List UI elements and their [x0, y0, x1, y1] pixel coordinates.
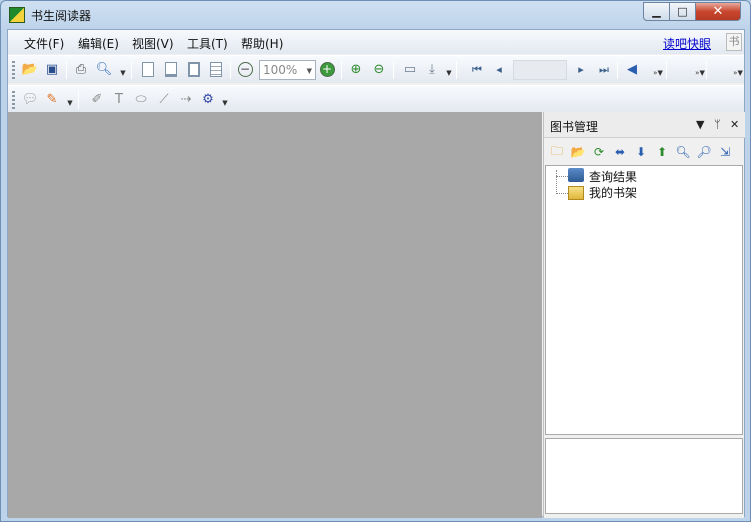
first-page-icon[interactable]: ⏮ [468, 60, 486, 78]
comment-icon[interactable]: 💬︎ [21, 90, 39, 108]
search-results-icon [568, 168, 584, 182]
panel-dropdown-icon[interactable]: ▼ [696, 118, 704, 131]
ellipse-icon[interactable]: ⬭ [132, 90, 150, 108]
refresh-icon[interactable]: ⟳ [590, 143, 608, 161]
library-tree: 查询结果 我的书架 [545, 165, 743, 435]
menu-help[interactable]: 帮助(H) [241, 35, 283, 52]
close-icon: ✕ [712, 4, 724, 19]
minimize-button[interactable]: ▁ [643, 2, 670, 21]
panel-toolbar: 🗀 📂 ⟳ ⬌ ⬇ ⬆ 🔍︎ 🔎︎ ⇲ [544, 139, 745, 165]
back-icon[interactable]: ◀ [623, 60, 641, 78]
pin-icon[interactable]: ᛘ [714, 118, 721, 131]
zoom-value: 100% [263, 63, 298, 77]
minimize-icon: ▁ [652, 5, 661, 18]
window-title: 书生阅读器 [31, 9, 92, 23]
continuous-page-icon[interactable] [207, 60, 225, 78]
chevron-down-icon: ▼ [306, 67, 312, 75]
toolbar-separator [617, 61, 618, 79]
app-icon [9, 7, 25, 23]
toolbar-separator [456, 61, 457, 79]
last-page-icon[interactable]: ⏭ [595, 60, 613, 78]
toolbar-overflow-icon[interactable]: »▼ [653, 60, 663, 80]
toolbar-separator [393, 61, 394, 79]
menu-bar: 文件(F) 编辑(E) 视图(V) 工具(T) 帮助(H) 读吧快眼 书 [8, 30, 744, 54]
document-view[interactable] [8, 112, 542, 518]
menu-grip-button[interactable]: 书 [726, 33, 742, 51]
open-folder-icon[interactable]: 📂 [21, 60, 39, 78]
upload-icon[interactable]: ⬆ [653, 143, 671, 161]
toolbar-separator [78, 91, 79, 109]
zoom-in-icon[interactable]: + [318, 60, 336, 78]
title-bar[interactable]: 书生阅读器 ▁ □ ✕ [1, 1, 750, 29]
search-icon[interactable]: 🔍︎ [95, 60, 113, 78]
single-page-icon[interactable] [139, 60, 157, 78]
app-window: 书生阅读器 ▁ □ ✕ 文件(F) 编辑(E) 视图(V) 工具(T) 帮助(H… [0, 0, 751, 522]
highlight-edit-icon[interactable]: ✎ [43, 90, 61, 108]
chevron-down-icon[interactable]: ▼ [221, 90, 229, 110]
arrow-tool-icon[interactable]: ⇢ [177, 90, 195, 108]
tree-item-my-bookshelf[interactable]: 我的书架 [589, 184, 637, 201]
magnify-minus-icon[interactable]: ⊖ [370, 60, 388, 78]
tree-connector [556, 176, 568, 177]
toolbar-separator [230, 61, 231, 79]
maximize-icon: □ [677, 5, 688, 18]
toolbar-separator [66, 61, 67, 79]
toolbar-grip[interactable] [12, 61, 15, 79]
toolbar-separator [131, 61, 132, 79]
fullscreen-icon[interactable]: ▭ [401, 60, 419, 78]
next-page-icon[interactable]: ▸ [572, 60, 590, 78]
zoom-out-icon[interactable]: − [236, 60, 254, 78]
client-area: 文件(F) 编辑(E) 视图(V) 工具(T) 帮助(H) 读吧快眼 书 📂 ▣… [7, 29, 745, 518]
scroll-down-icon[interactable]: ⤓ [423, 60, 441, 78]
new-shelf-icon[interactable]: 🗀 [548, 143, 566, 161]
panel-header: 图书管理 ▼ ᛘ ✕ [544, 112, 745, 138]
chevron-down-icon[interactable]: ▼ [119, 60, 127, 80]
menu-edit[interactable]: 编辑(E) [78, 35, 119, 52]
export-icon[interactable]: ⇲ [716, 143, 734, 161]
menu-tools[interactable]: 工具(T) [187, 35, 228, 52]
zoom-select[interactable]: 100% ▼ [259, 60, 316, 80]
download-icon[interactable]: ⬇ [632, 143, 650, 161]
chevron-down-icon[interactable]: ▼ [445, 60, 453, 80]
main-toolbar: 📂 ▣ ⎙ 🔍︎ ▼ − 100% ▼ + ⊕ ⊖ ▭ ⤓ ▼ ⏮ ◂ ▸ ⏭ … [8, 55, 744, 83]
save-icon[interactable]: ▣ [43, 60, 61, 78]
page-width-icon[interactable] [162, 60, 180, 78]
tree-connector [556, 193, 568, 194]
open-folder-icon[interactable]: 📂 [569, 143, 587, 161]
import-icon[interactable]: ⬌ [611, 143, 629, 161]
panel-title: 图书管理 [550, 120, 599, 134]
print-icon[interactable]: ⎙ [72, 60, 90, 78]
toolbar-overflow-icon[interactable]: »▼ [733, 60, 743, 80]
library-panel: 图书管理 ▼ ᛘ ✕ 🗀 📂 ⟳ ⬌ ⬇ ⬆ 🔍︎ 🔎︎ ⇲ 查询结果 我的书架 [543, 112, 745, 518]
tree-connector [556, 170, 557, 194]
maximize-button[interactable]: □ [669, 2, 696, 21]
folder-icon [568, 186, 584, 200]
chevron-down-icon[interactable]: ▼ [66, 90, 74, 110]
page-number-field[interactable] [513, 60, 567, 80]
panel-close-icon[interactable]: ✕ [730, 118, 739, 131]
toolbar-separator [666, 61, 667, 79]
magnify-plus-icon[interactable]: ⊕ [347, 60, 365, 78]
previous-page-icon[interactable]: ◂ [490, 60, 508, 78]
book-info-pane [545, 438, 743, 514]
fit-page-icon[interactable] [185, 60, 203, 78]
text-tool-icon[interactable]: T [110, 90, 128, 108]
toolbar-grip[interactable] [12, 91, 15, 109]
search-icon[interactable]: 🔍︎ [674, 143, 692, 161]
toolbar-overflow-icon[interactable]: »▼ [695, 60, 705, 80]
menu-file[interactable]: 文件(F) [24, 35, 64, 52]
toolbar-separator [341, 61, 342, 79]
line-tool-icon[interactable]: ⟋ [155, 90, 173, 108]
annotation-toolbar: 💬︎ ✎ ▼ ✐ T ⬭ ⟋ ⇢ ⚙ ▼ [8, 85, 744, 112]
pen-icon[interactable]: ✐ [88, 90, 106, 108]
advanced-search-icon[interactable]: 🔎︎ [695, 143, 713, 161]
read-quick-link[interactable]: 读吧快眼 [663, 35, 711, 52]
close-button[interactable]: ✕ [695, 2, 741, 21]
tree-item-search-results[interactable]: 查询结果 [589, 168, 637, 185]
settings-gear-icon[interactable]: ⚙ [199, 90, 217, 108]
menu-view[interactable]: 视图(V) [132, 35, 174, 52]
toolbar-separator [706, 61, 707, 79]
